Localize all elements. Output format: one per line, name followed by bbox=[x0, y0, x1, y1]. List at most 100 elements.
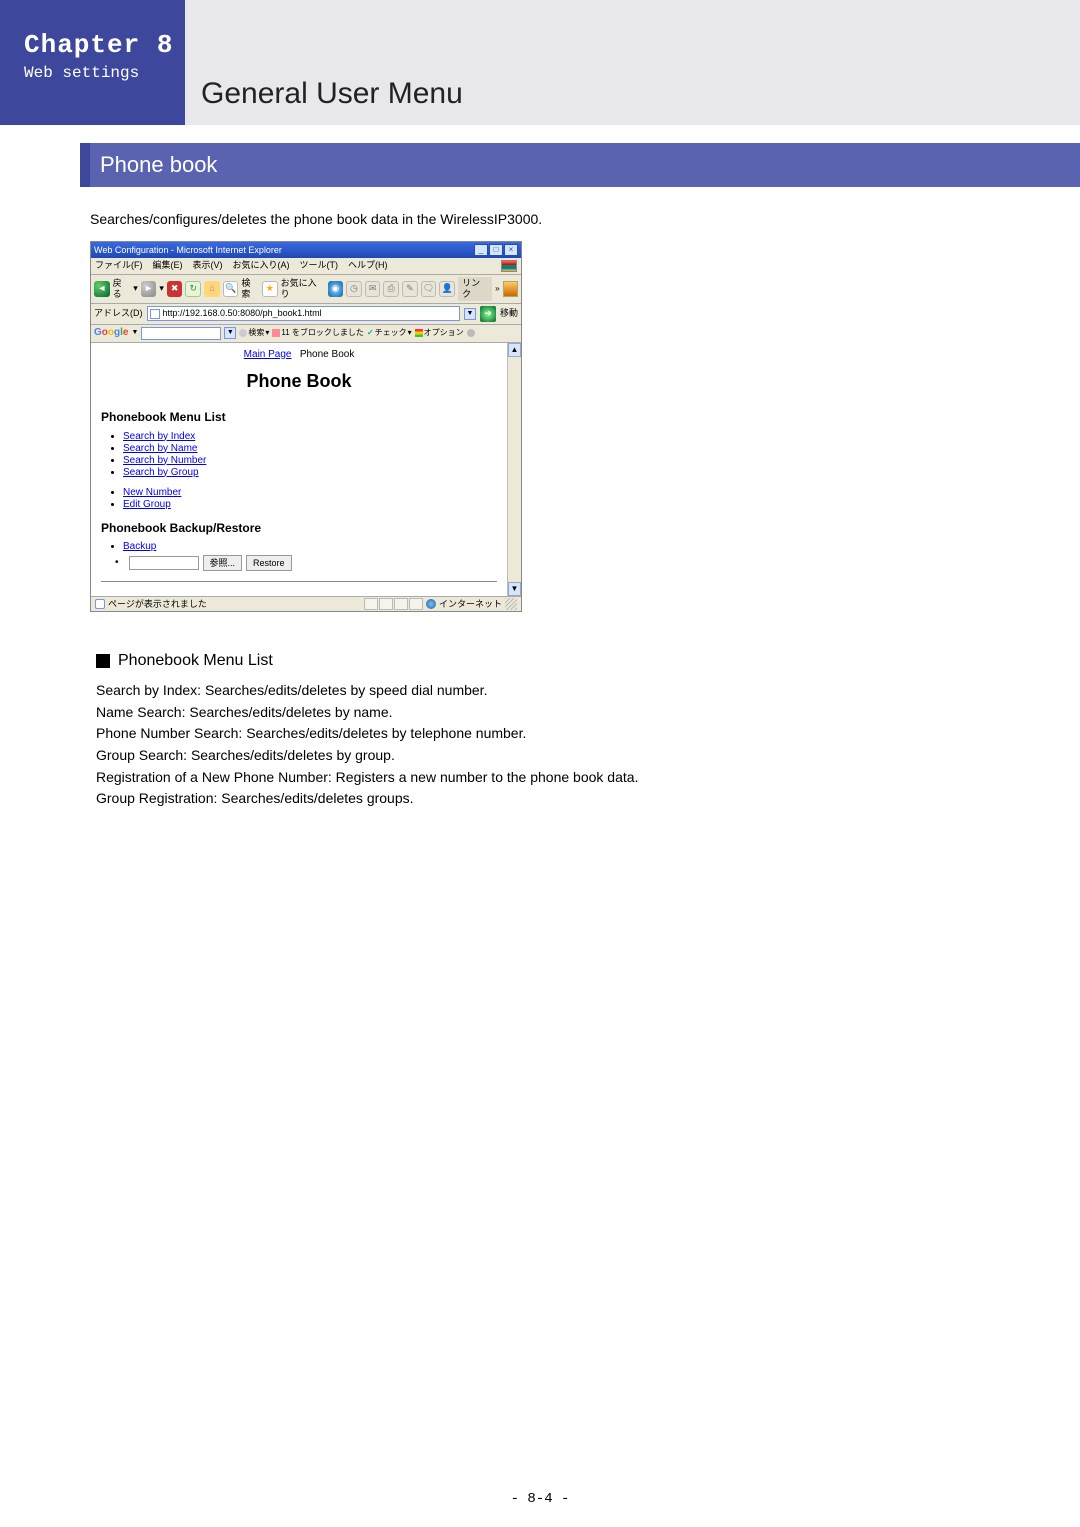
windows-flag-icon bbox=[501, 260, 517, 272]
search-icon[interactable]: 🔍 bbox=[223, 281, 239, 297]
discuss-icon[interactable]: 🗨 bbox=[421, 281, 437, 297]
msn-icon[interactable] bbox=[503, 281, 518, 297]
menu-view[interactable]: 表示(V) bbox=[193, 260, 223, 272]
scroll-track[interactable] bbox=[508, 357, 521, 582]
maximize-button[interactable]: □ bbox=[489, 244, 503, 256]
google-popup-blocker[interactable]: 11 をブロックしました bbox=[272, 328, 364, 338]
edit-icon[interactable]: ✎ bbox=[402, 281, 418, 297]
back-label[interactable]: 戻る bbox=[113, 278, 131, 300]
window-title: Web Configuration - Microsoft Internet E… bbox=[94, 245, 282, 256]
back-dropdown-icon[interactable]: ▾ bbox=[133, 283, 138, 294]
phone-book-title: Phone Book bbox=[101, 371, 497, 393]
search-label[interactable]: 検索 bbox=[241, 278, 259, 300]
scroll-up-icon[interactable]: ▲ bbox=[508, 343, 521, 357]
breadcrumb-main-link[interactable]: Main Page bbox=[244, 349, 292, 360]
print-icon[interactable]: ⎙ bbox=[383, 281, 399, 297]
refresh-icon[interactable]: ↻ bbox=[185, 281, 201, 297]
section-bar-accent bbox=[80, 143, 90, 187]
spellcheck-icon: ✓ bbox=[367, 328, 374, 338]
main-title-wrap: General User Menu bbox=[185, 0, 1080, 125]
vertical-scrollbar[interactable]: ▲ ▼ bbox=[507, 343, 521, 596]
link-search-number[interactable]: Search by Number bbox=[123, 455, 206, 466]
menu-favorites[interactable]: お気に入り(A) bbox=[233, 260, 290, 272]
address-label: アドレス(D) bbox=[94, 308, 143, 319]
main-title: General User Menu bbox=[201, 77, 463, 111]
link-search-index[interactable]: Search by Index bbox=[123, 431, 195, 442]
link-backup[interactable]: Backup bbox=[123, 541, 156, 552]
favorites-star-icon[interactable]: ★ bbox=[262, 281, 278, 297]
forward-dropdown-icon[interactable]: ▾ bbox=[159, 283, 164, 294]
go-label[interactable]: 移動 bbox=[500, 308, 518, 319]
google-search-input[interactable] bbox=[141, 327, 221, 340]
menu-file[interactable]: ファイル(F) bbox=[95, 260, 143, 272]
menu-tools[interactable]: ツール(T) bbox=[300, 260, 339, 272]
phonebook-backup-list: Backup bbox=[101, 541, 497, 553]
phonebook-menu-list-2: New Number Edit Group bbox=[101, 487, 497, 511]
google-check-button[interactable]: ✓ チェック ▾ bbox=[367, 328, 412, 338]
content-divider bbox=[101, 581, 497, 582]
resize-grip-icon[interactable] bbox=[505, 598, 517, 610]
links-chevron-icon[interactable]: » bbox=[495, 284, 499, 294]
options-icon bbox=[415, 329, 423, 337]
mail-icon[interactable]: ✉ bbox=[365, 281, 381, 297]
menu-edit[interactable]: 編集(E) bbox=[153, 260, 183, 272]
page-body: Main Page Phone Book Phone Book Phoneboo… bbox=[91, 343, 507, 596]
link-edit-group[interactable]: Edit Group bbox=[123, 499, 171, 510]
google-input-dropdown-icon[interactable]: ▼ bbox=[224, 327, 236, 339]
address-dropdown-icon[interactable]: ▼ bbox=[464, 308, 476, 320]
link-new-number[interactable]: New Number bbox=[123, 487, 181, 498]
doc-heading: Phonebook Menu List bbox=[118, 652, 273, 670]
links-label[interactable]: リンク bbox=[458, 277, 492, 301]
restore-file-input[interactable] bbox=[129, 556, 199, 570]
google-search-icon bbox=[239, 329, 247, 337]
gear-icon bbox=[467, 329, 475, 337]
forward-icon[interactable]: ► bbox=[141, 281, 157, 297]
doc-section: Phonebook Menu List Search by Index: Sea… bbox=[90, 652, 990, 810]
doc-heading-row: Phonebook Menu List bbox=[96, 652, 990, 670]
phonebook-menu-heading: Phonebook Menu List bbox=[101, 410, 497, 424]
phonebook-backup-heading: Phonebook Backup/Restore bbox=[101, 521, 497, 535]
title-bar: Web Configuration - Microsoft Internet E… bbox=[91, 242, 521, 258]
media-icon[interactable]: ◉ bbox=[328, 281, 344, 297]
google-search-button[interactable]: 検索 ▾ bbox=[239, 328, 269, 338]
scroll-down-icon[interactable]: ▼ bbox=[508, 582, 521, 596]
address-input[interactable]: http://192.168.0.50:8080/ph_book1.html bbox=[147, 306, 460, 321]
internet-zone-icon bbox=[426, 599, 436, 609]
messenger-icon[interactable]: 👤 bbox=[439, 281, 455, 297]
go-button-icon[interactable]: ➜ bbox=[480, 306, 496, 322]
status-text: ページが表示されました bbox=[108, 599, 207, 610]
back-icon[interactable]: ◄ bbox=[94, 281, 110, 297]
page-number: - 8-4 - bbox=[0, 1491, 1080, 1507]
close-button[interactable]: × bbox=[504, 244, 518, 256]
restore-button[interactable]: Restore bbox=[246, 555, 292, 571]
window-buttons: _ □ × bbox=[474, 244, 518, 256]
menu-help[interactable]: ヘルプ(H) bbox=[348, 260, 388, 272]
restore-row: 参照... Restore bbox=[101, 555, 497, 571]
status-segments bbox=[364, 598, 423, 610]
section-bar: Phone book bbox=[0, 143, 1080, 187]
doc-line-5: Registration of a New Phone Number: Regi… bbox=[96, 767, 990, 789]
minimize-button[interactable]: _ bbox=[474, 244, 488, 256]
section-bar-spacer bbox=[0, 143, 80, 187]
status-seg bbox=[409, 598, 423, 610]
chapter-block: Chapter 8 Web settings bbox=[0, 0, 185, 125]
favorites-label[interactable]: お気に入り bbox=[281, 278, 325, 300]
content-area: Searches/configures/deletes the phone bo… bbox=[0, 187, 1080, 810]
doc-line-1: Search by Index: Searches/edits/deletes … bbox=[96, 680, 990, 702]
home-icon[interactable]: ⌂ bbox=[204, 281, 220, 297]
phonebook-menu-list-1: Search by Index Search by Name Search by… bbox=[101, 431, 497, 479]
google-logo[interactable]: Google bbox=[94, 327, 128, 339]
status-page-icon bbox=[95, 599, 105, 609]
doc-line-3: Phone Number Search: Searches/edits/dele… bbox=[96, 723, 990, 745]
intro-text: Searches/configures/deletes the phone bo… bbox=[90, 211, 990, 227]
google-options-button[interactable]: オプション bbox=[415, 328, 464, 338]
link-search-name[interactable]: Search by Name bbox=[123, 443, 197, 454]
address-value: http://192.168.0.50:8080/ph_book1.html bbox=[163, 308, 322, 319]
google-settings-button[interactable] bbox=[467, 329, 475, 337]
history-icon[interactable]: ◷ bbox=[346, 281, 362, 297]
browse-button[interactable]: 参照... bbox=[203, 555, 243, 571]
section-title: Phone book bbox=[90, 143, 1080, 187]
stop-icon[interactable]: ✖ bbox=[167, 281, 183, 297]
link-search-group[interactable]: Search by Group bbox=[123, 467, 199, 478]
google-dropdown-icon[interactable]: ▼ bbox=[131, 329, 138, 337]
